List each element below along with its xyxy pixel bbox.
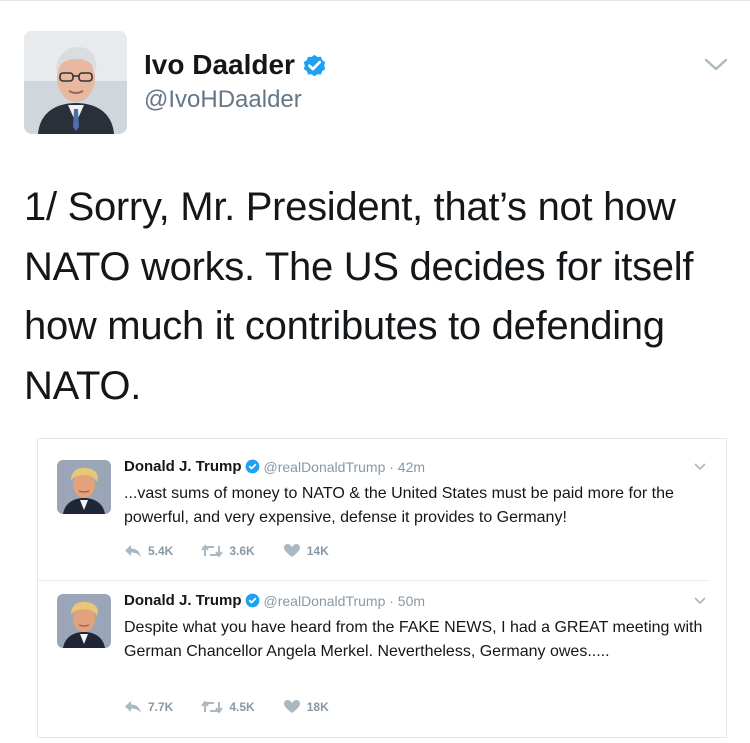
embedded-handle-time[interactable]: @realDonaldTrump · 42m (264, 459, 426, 475)
chevron-down-icon[interactable] (693, 593, 707, 605)
like-count: 14K (306, 543, 329, 558)
embedded-tweet-text: ...vast sums of money to NATO & the Unit… (124, 485, 674, 526)
embedded-actions: 5.4K 3.6K 14K (124, 543, 357, 558)
embedded-header: Donald J. Trump @realDonaldTrump · 42m (124, 458, 425, 475)
like-button[interactable]: 18K (283, 699, 329, 714)
tweet-text: 1/ Sorry, Mr. President, that’s not how … (24, 185, 694, 408)
author-handle[interactable]: @IvoHDaalder (144, 86, 302, 114)
chevron-down-icon[interactable] (703, 56, 729, 74)
reply-icon (125, 544, 141, 557)
reply-button[interactable]: 5.4K (124, 544, 173, 558)
embedded-actions: 7.7K 4.5K 18K (124, 699, 357, 714)
author-avatar[interactable] (24, 31, 127, 134)
verified-badge-icon (245, 593, 260, 608)
reply-icon (125, 700, 141, 713)
embedded-avatar[interactable] (57, 460, 111, 514)
reply-button[interactable]: 7.7K (124, 700, 173, 714)
embedded-tweet-text: Despite what you have heard from the FAK… (124, 619, 703, 660)
embedded-author-name[interactable]: Donald J. Trump (124, 592, 242, 609)
retweet-icon (201, 699, 224, 714)
embedded-tweet[interactable]: Donald J. Trump @realDonaldTrump · 50m D… (38, 580, 708, 714)
reply-count: 7.7K (148, 699, 174, 714)
quoted-media-card[interactable]: Donald J. Trump @realDonaldTrump · 42m .… (37, 438, 727, 738)
verified-badge-icon (245, 459, 260, 474)
top-divider (0, 0, 750, 1)
like-icon (283, 700, 300, 713)
like-button[interactable]: 14K (283, 543, 329, 558)
author-name[interactable]: Ivo Daalder (144, 49, 295, 81)
reply-count: 5.4K (148, 543, 174, 558)
chevron-down-icon[interactable] (693, 459, 707, 471)
embedded-tweet[interactable]: Donald J. Trump @realDonaldTrump · 42m .… (38, 447, 708, 579)
like-icon (283, 544, 300, 557)
retweet-button[interactable]: 3.6K (201, 543, 255, 558)
author-name-row[interactable]: Ivo Daalder (144, 49, 328, 81)
embedded-author-name[interactable]: Donald J. Trump (124, 458, 242, 475)
retweet-count: 4.5K (229, 699, 255, 714)
like-count: 18K (306, 699, 329, 714)
retweet-button[interactable]: 4.5K (201, 699, 255, 714)
verified-badge-icon (301, 52, 328, 79)
retweet-icon (201, 543, 224, 558)
retweet-count: 3.6K (229, 543, 255, 558)
embedded-header: Donald J. Trump @realDonaldTrump · 50m (124, 592, 425, 609)
embedded-avatar[interactable] (57, 594, 111, 648)
embedded-handle-time[interactable]: @realDonaldTrump · 50m (264, 593, 426, 609)
